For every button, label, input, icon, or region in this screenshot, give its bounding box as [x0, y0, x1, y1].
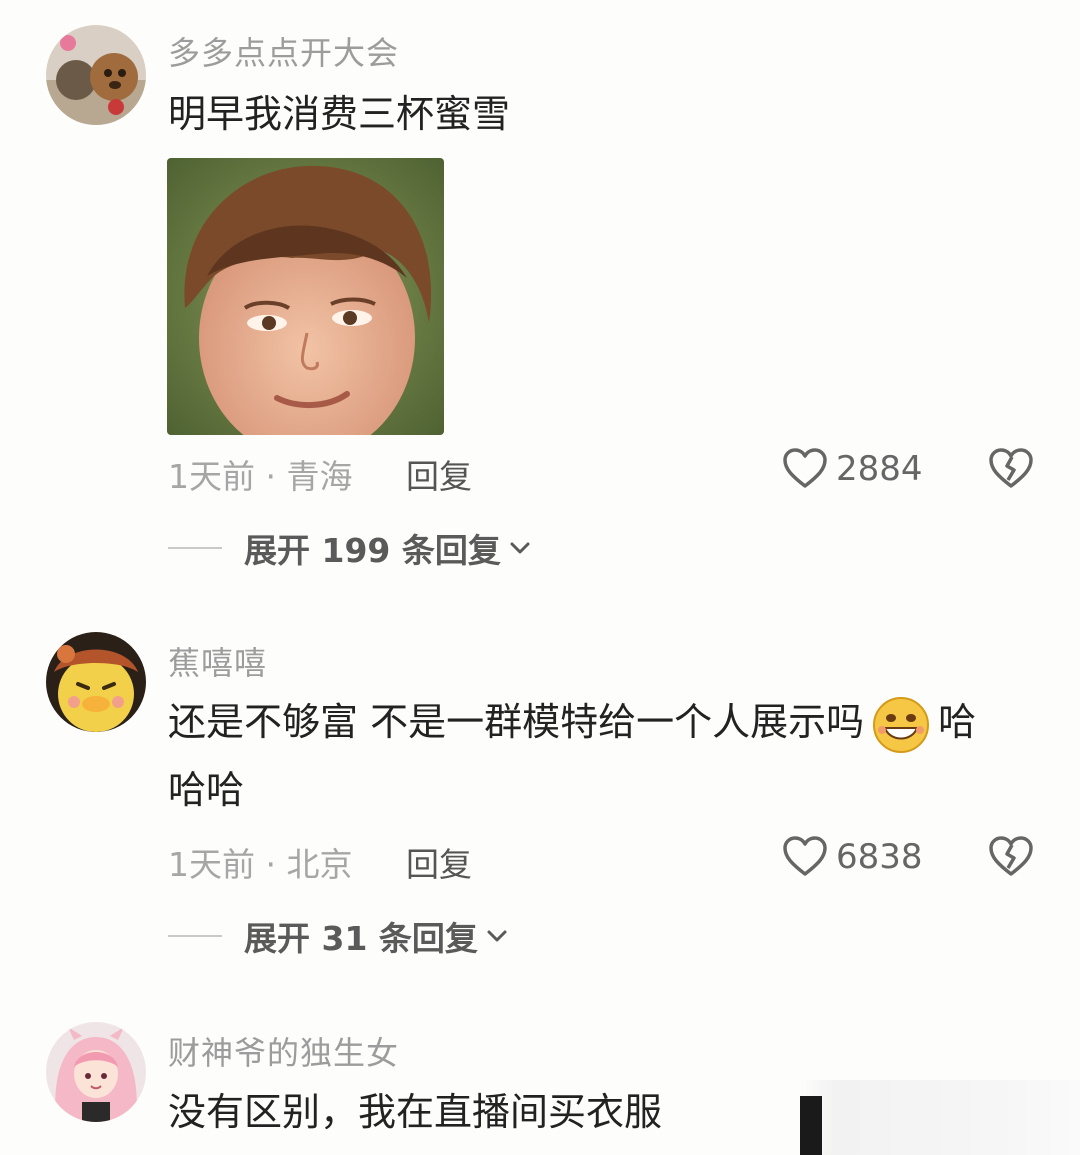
avatar[interactable] — [46, 1022, 146, 1122]
comment-text: 还是不够富 不是一群模特给一个人展示吗 哈 — [168, 688, 976, 756]
comment-text-part: 还是不够富 不是一群模特给一个人展示吗 — [168, 700, 865, 744]
reply-button[interactable]: 回复 — [406, 838, 472, 886]
comment-text: 没有区别，我在直播间买衣服 — [168, 1090, 663, 1134]
boy-face-image — [167, 158, 444, 435]
heart-outline-icon — [783, 448, 827, 488]
comment-list: 多多点点开大会 明早我消费三杯蜜雪 1天前 · 青海 回复 2884 展开 19… — [0, 0, 1080, 1155]
expand-divider — [168, 547, 222, 549]
expand-divider — [168, 935, 222, 937]
expand-replies-button[interactable]: 展开 199 条回复 — [168, 524, 531, 572]
comment-image[interactable] — [167, 158, 444, 435]
avatar-image — [46, 632, 146, 732]
blur-overlay — [800, 1080, 1080, 1155]
avatar-image — [46, 1022, 146, 1122]
username[interactable]: 蕉嘻嘻 — [168, 638, 267, 684]
comment-text-part: 哈 — [938, 700, 977, 744]
avatar[interactable] — [46, 632, 146, 732]
grin-emoji-icon — [873, 696, 930, 753]
expand-replies-button[interactable]: 展开 31 条回复 — [168, 912, 508, 960]
username[interactable]: 财神爷的独生女 — [168, 1028, 399, 1074]
broken-heart-icon — [989, 448, 1033, 488]
comment-text: 明早我消费三杯蜜雪 — [168, 92, 511, 136]
comment-meta: 1天前 · 青海 — [168, 457, 353, 496]
chevron-down-icon — [510, 542, 530, 554]
dislike-button[interactable] — [988, 836, 1034, 882]
chevron-down-icon — [487, 930, 507, 942]
expand-replies-label: 展开 199 条回复 — [244, 531, 501, 570]
broken-heart-icon — [989, 836, 1033, 876]
like-button[interactable]: 2884 — [782, 448, 923, 490]
like-count: 2884 — [836, 449, 923, 489]
dislike-button[interactable] — [988, 448, 1034, 494]
like-button[interactable]: 6838 — [782, 836, 923, 878]
username[interactable]: 多多点点开大会 — [168, 28, 399, 74]
expand-replies-label: 展开 31 条回复 — [244, 919, 478, 958]
comment-text-line: 哈哈 — [168, 768, 245, 812]
overlay-edge — [800, 1096, 822, 1155]
like-count: 6838 — [836, 837, 923, 877]
comment-meta: 1天前 · 北京 — [168, 845, 353, 884]
heart-outline-icon — [783, 836, 827, 876]
reply-button[interactable]: 回复 — [406, 450, 472, 498]
avatar-image — [46, 25, 146, 125]
avatar[interactable] — [46, 25, 146, 125]
